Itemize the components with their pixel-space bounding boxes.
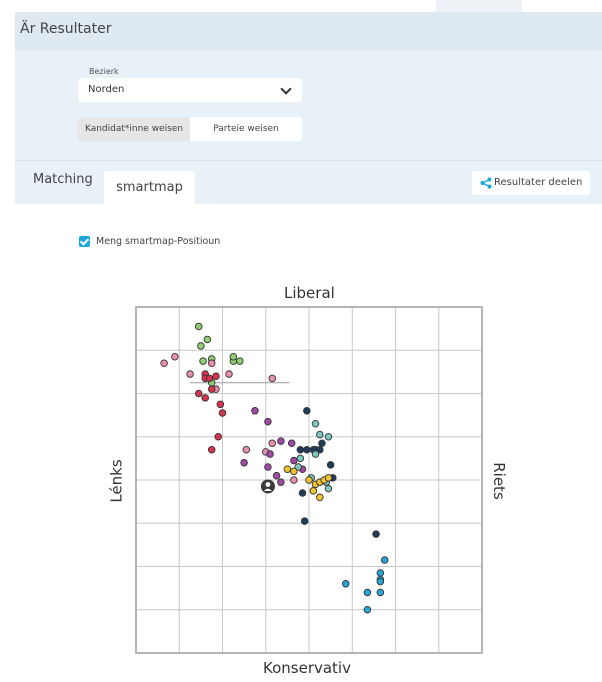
candidate-point xyxy=(303,445,311,454)
candidate-point xyxy=(296,445,305,454)
candidate-point xyxy=(311,450,320,458)
candidate-point xyxy=(298,489,307,497)
candidate-point xyxy=(372,530,380,538)
candidate-point xyxy=(201,394,209,402)
candidate-point xyxy=(205,374,214,383)
user-position-icon-head xyxy=(265,482,271,487)
candidate-point xyxy=(251,407,259,415)
candidate-point xyxy=(363,606,372,614)
candidate-point xyxy=(290,456,298,465)
candidate-point xyxy=(207,445,216,454)
candidate-point xyxy=(207,385,216,393)
candidate-point xyxy=(240,458,248,467)
candidate-point xyxy=(303,407,311,415)
candidate-point xyxy=(216,400,225,409)
smartmap-chart xyxy=(135,306,483,654)
candidate-point xyxy=(290,476,298,484)
candidate-point xyxy=(236,357,244,365)
candidate-point xyxy=(197,342,205,350)
candidate-point xyxy=(277,478,285,486)
candidate-point xyxy=(268,374,276,383)
candidate-point xyxy=(290,467,298,476)
candidate-point xyxy=(326,461,335,469)
candidate-point xyxy=(272,471,281,480)
candidate-point xyxy=(160,359,168,367)
candidate-point xyxy=(300,517,309,525)
candidate-point xyxy=(283,465,292,473)
candidate-point xyxy=(342,580,350,588)
candidate-point xyxy=(264,417,272,426)
candidate-point xyxy=(316,430,324,439)
candidate-point xyxy=(264,463,272,471)
candidate-point xyxy=(242,445,251,454)
candidate-point xyxy=(380,556,389,564)
candidate-point xyxy=(287,439,296,447)
candidate-point xyxy=(277,437,285,445)
candidate-point xyxy=(212,372,220,380)
candidate-point xyxy=(203,335,212,344)
candidate-point xyxy=(199,357,207,365)
candidate-point xyxy=(311,420,320,428)
candidate-point xyxy=(363,588,372,597)
candidate-point xyxy=(376,569,385,577)
candidate-point xyxy=(218,409,227,417)
candidate-point xyxy=(171,352,179,361)
candidate-point xyxy=(324,433,333,441)
candidate-point xyxy=(214,433,222,441)
candidate-point xyxy=(309,487,318,495)
candidate-point xyxy=(186,370,194,378)
candidate-point xyxy=(296,454,305,463)
candidate-point xyxy=(318,439,326,447)
candidate-point xyxy=(305,476,313,484)
candidate-point xyxy=(324,484,333,493)
candidate-point xyxy=(376,588,385,597)
candidate-point xyxy=(194,322,203,331)
candidate-point xyxy=(266,450,274,458)
candidate-point xyxy=(376,577,385,586)
candidate-point xyxy=(324,474,333,482)
candidate-point xyxy=(229,352,238,361)
candidate-point xyxy=(207,359,216,367)
candidate-point xyxy=(316,493,324,502)
candidate-point xyxy=(194,389,203,398)
candidate-point xyxy=(268,439,276,447)
candidate-point xyxy=(225,370,233,378)
